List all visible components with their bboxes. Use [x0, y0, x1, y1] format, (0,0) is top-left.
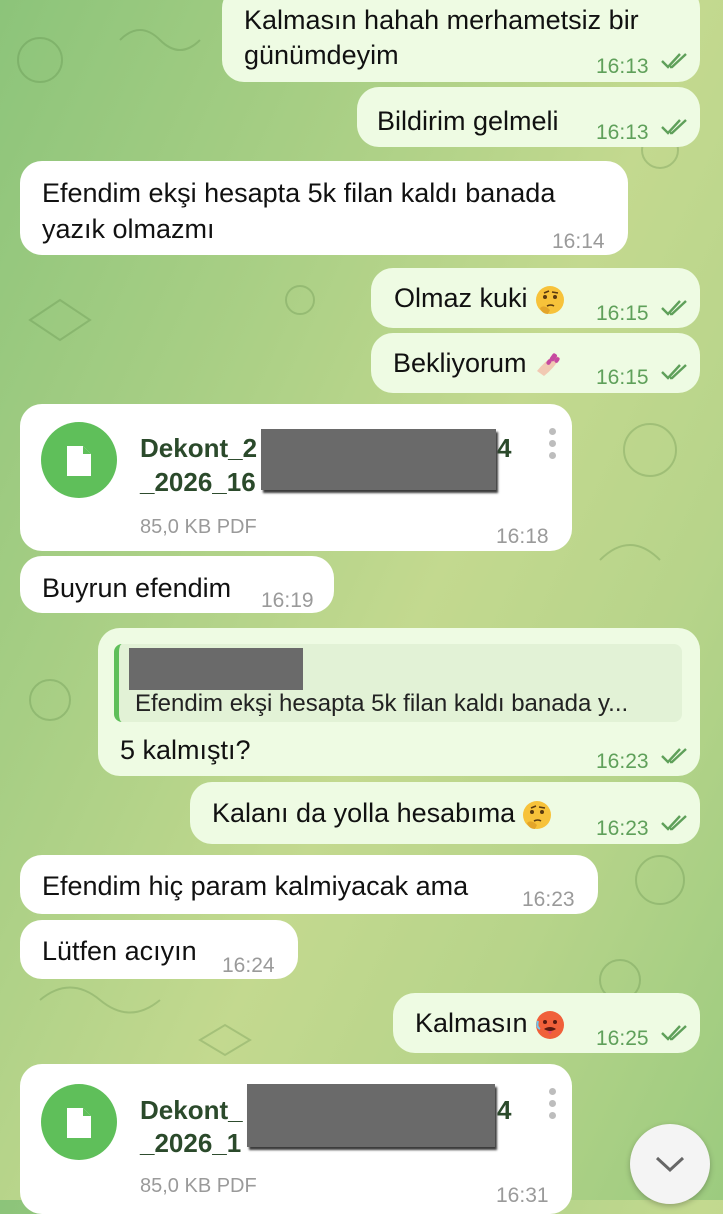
double-check-icon	[661, 748, 687, 764]
message-outgoing[interactable]: Bekliyorum 16:15	[371, 333, 700, 393]
message-text: Efendim ekşi hesapta 5k filan kaldı bana…	[42, 178, 556, 208]
message-outgoing[interactable]: Kalanı da yolla hesabıma 16:23	[190, 782, 700, 844]
document-icon	[67, 446, 91, 476]
message-time: 16:23	[596, 817, 649, 840]
file-name-end: 4	[497, 433, 512, 463]
message-time: 16:24	[222, 954, 275, 977]
double-check-icon	[661, 300, 687, 316]
file-size: 85,0 KB PDF	[140, 1175, 257, 1197]
reply-message[interactable]: Efendim ekşi hesapta 5k filan kaldı bana…	[98, 628, 700, 776]
redaction-box	[261, 429, 496, 490]
message-text: Kalanı da yolla hesabıma	[212, 795, 553, 831]
message-incoming[interactable]: Lütfen acıyın 16:24	[20, 920, 298, 979]
message-time: 16:13	[596, 55, 649, 78]
message-text: günümdeyim	[244, 40, 399, 70]
file-name: Dekont_	[140, 1095, 243, 1125]
message-time: 16:25	[596, 1027, 649, 1050]
message-text: Bildirim gelmeli	[377, 106, 559, 136]
double-check-icon	[661, 815, 687, 831]
hot-face-icon	[535, 1010, 564, 1039]
message-time: 16:15	[596, 366, 649, 389]
message-text: Kalmasın hahah merhametsiz bir	[244, 5, 639, 35]
message-text: Olmaz kuki	[394, 280, 566, 316]
message-text-body: Kalmasın	[415, 1008, 528, 1038]
file-name: _2026_16	[140, 467, 256, 497]
message-outgoing[interactable]: Bildirim gelmeli 16:13	[357, 87, 700, 147]
chevron-down-icon	[655, 1156, 685, 1173]
thinking-face-icon	[535, 285, 564, 314]
file-message[interactable]: Dekont_ 4 _2026_1 85,0 KB PDF 16:31	[20, 1064, 572, 1214]
message-outgoing[interactable]: Kalmasın hahah merhametsiz bir günümdeyi…	[222, 0, 700, 82]
file-name: _2026_1	[140, 1128, 242, 1158]
message-time: 16:13	[596, 121, 649, 144]
more-options-icon[interactable]	[549, 428, 557, 464]
message-text: Buyrun efendim	[42, 573, 232, 603]
message-text-body: Kalanı da yolla hesabıma	[212, 798, 516, 828]
message-text-body: Bekliyorum	[393, 348, 527, 378]
quoted-message[interactable]: Efendim ekşi hesapta 5k filan kaldı bana…	[114, 644, 682, 722]
message-time: 16:15	[596, 302, 649, 325]
message-time: 16:23	[522, 888, 575, 911]
message-incoming[interactable]: Efendim hiç param kalmiyacak ama 16:23	[20, 855, 598, 914]
file-download-button[interactable]	[41, 422, 117, 498]
double-check-icon	[661, 53, 687, 69]
file-name-end: 4	[497, 1095, 512, 1125]
double-check-icon	[661, 119, 687, 135]
double-check-icon	[661, 1025, 687, 1041]
message-text: Kalmasın	[415, 1005, 566, 1041]
message-text: 5 kalmıştı?	[120, 735, 251, 765]
message-time: 16:19	[261, 589, 314, 612]
message-time: 16:14	[552, 230, 605, 253]
double-check-icon	[661, 364, 687, 380]
nail-polish-icon	[536, 353, 560, 376]
redaction-box	[247, 1084, 495, 1147]
message-outgoing[interactable]: Olmaz kuki 16:15	[371, 268, 700, 328]
scroll-to-bottom-button[interactable]	[630, 1124, 710, 1204]
more-options-icon[interactable]	[549, 1088, 557, 1124]
message-incoming[interactable]: Buyrun efendim 16:19	[20, 556, 334, 613]
message-time: 16:23	[596, 750, 649, 773]
message-text-body: Olmaz kuki	[394, 283, 528, 313]
file-message[interactable]: Dekont_2 4 _2026_16 85,0 KB PDF 16:18	[20, 404, 572, 551]
quoted-text: Efendim ekşi hesapta 5k filan kaldı bana…	[135, 690, 629, 717]
file-name: Dekont_2	[140, 433, 258, 463]
message-text: yazık olmazmı	[42, 214, 215, 244]
message-incoming[interactable]: Efendim ekşi hesapta 5k filan kaldı bana…	[20, 161, 628, 255]
message-text: Lütfen acıyın	[42, 936, 197, 966]
message-text: Bekliyorum	[393, 345, 565, 381]
message-outgoing[interactable]: Kalmasın 16:25	[393, 993, 700, 1053]
message-time: 16:31	[496, 1184, 549, 1207]
message-text: Efendim hiç param kalmiyacak ama	[42, 871, 469, 901]
redaction-box	[129, 648, 303, 690]
file-size: 85,0 KB PDF	[140, 516, 257, 538]
file-download-button[interactable]	[41, 1084, 117, 1160]
message-time: 16:18	[496, 525, 549, 548]
thinking-face-icon	[523, 800, 552, 829]
document-icon	[67, 1108, 91, 1138]
